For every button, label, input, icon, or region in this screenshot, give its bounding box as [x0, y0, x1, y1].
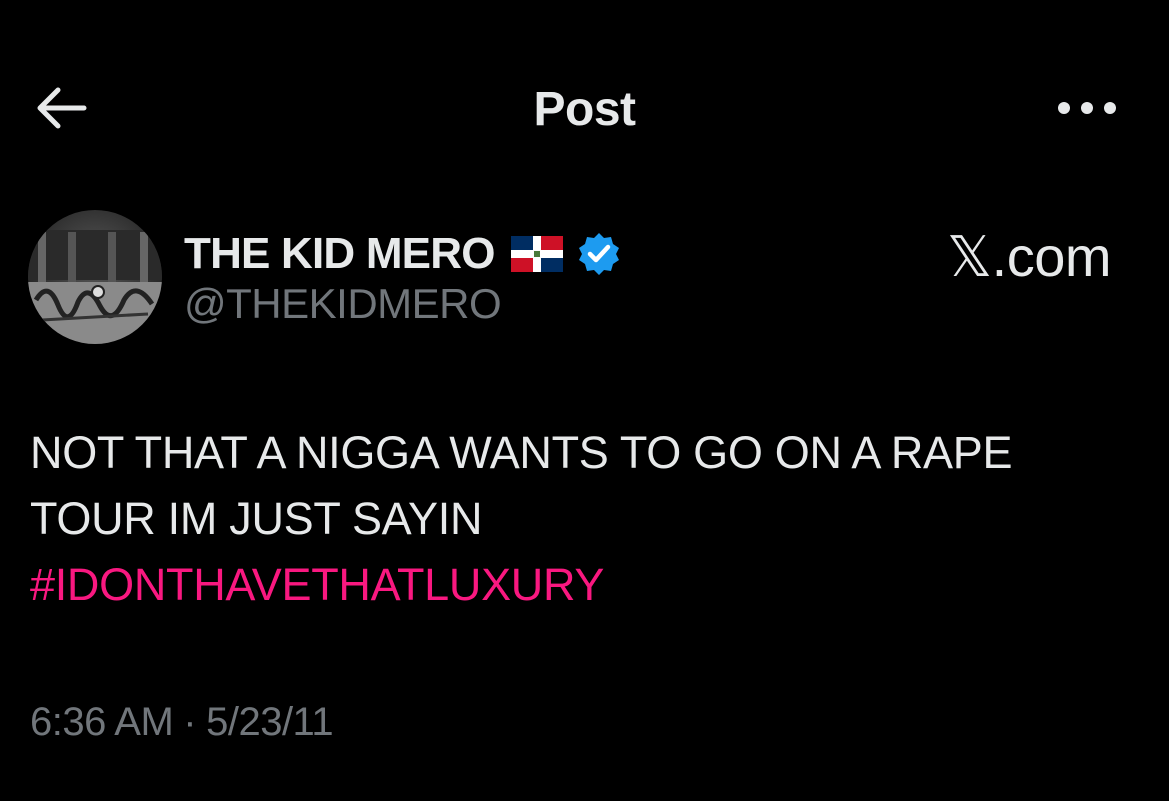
tweet-text-line: NOT THAT A NIGGA WANTS TO GO ON A RAPE: [30, 427, 1013, 478]
avatar[interactable]: [28, 210, 162, 344]
separator-dot: ·: [183, 700, 197, 744]
post-timestamp: 6:36 AM · 5/23/11: [30, 700, 334, 745]
more-horizontal-icon: [1058, 102, 1116, 114]
user-handle[interactable]: @THEKIDMERO: [184, 280, 502, 328]
top-bar: Post: [0, 60, 1169, 156]
verified-badge-icon[interactable]: [575, 230, 623, 278]
author-row: THE KID MERO @THEKIDMERO 𝕏.com: [0, 200, 1169, 360]
page-title: Post: [533, 83, 636, 136]
x-com-label: 𝕏.com: [947, 225, 1111, 288]
tweet-text: NOT THAT A NIGGA WANTS TO GO ON A RAPE T…: [30, 420, 1140, 618]
display-name-row: THE KID MERO: [184, 224, 623, 284]
tweet-text-line: TOUR IM JUST SAYIN: [30, 493, 483, 544]
dominican-republic-flag-icon: [510, 236, 563, 272]
post-date[interactable]: 5/23/11: [206, 700, 334, 744]
display-name[interactable]: THE KID MERO: [184, 229, 495, 279]
hashtag-link[interactable]: #IDONTHAVETHATLUXURY: [30, 552, 1140, 618]
source-watermark: 𝕏.com: [947, 224, 1111, 290]
more-options-button[interactable]: [1052, 86, 1122, 130]
avatar-image: [28, 210, 162, 344]
post-time[interactable]: 6:36 AM: [30, 700, 174, 744]
